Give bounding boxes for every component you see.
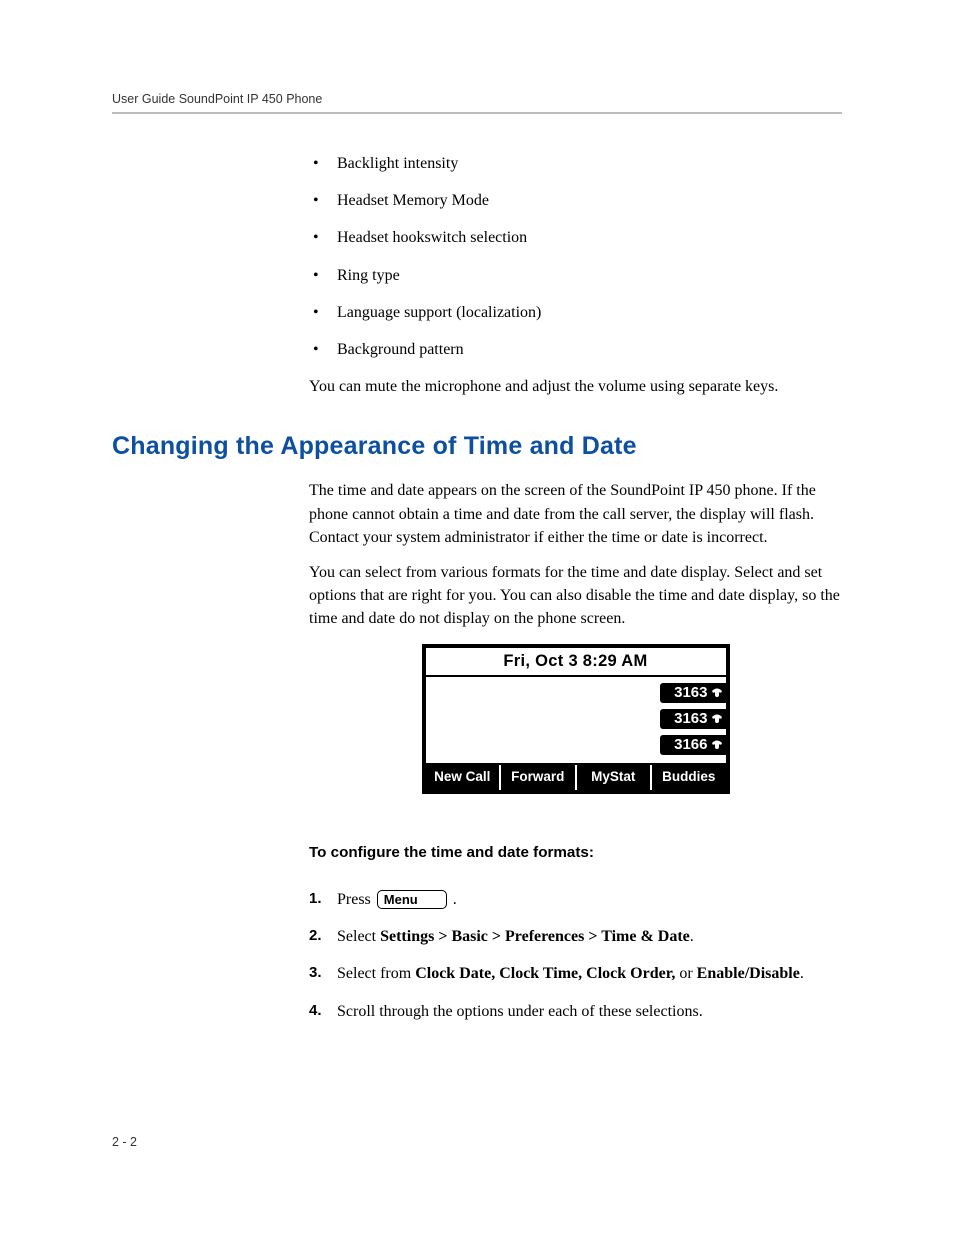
body-column: Backlight intensity Headset Memory Mode …: [309, 152, 842, 398]
phone-line-tab: 3163: [660, 683, 725, 703]
softkey: Forward: [501, 765, 577, 790]
options-list: Enable/Disable: [697, 965, 800, 982]
section-paragraph: The time and date appears on the screen …: [309, 479, 842, 549]
softkey: MyStat: [577, 765, 653, 790]
step-text: .: [800, 965, 804, 982]
step-text: Select: [337, 928, 380, 945]
step: Press Menu .: [309, 888, 842, 911]
list-item: Headset hookswitch selection: [309, 226, 842, 249]
phone-datetime: Fri, Oct 3 8:29 AM: [426, 648, 726, 677]
section-body: The time and date appears on the screen …: [309, 479, 842, 1022]
section-paragraph: You can select from various formats for …: [309, 561, 842, 631]
step-text: .: [453, 891, 457, 908]
page-number: 2 - 2: [112, 1135, 137, 1149]
softkey: New Call: [426, 765, 502, 790]
options-list: Clock Date, Clock Time, Clock Order,: [415, 965, 675, 982]
list-item: Language support (localization): [309, 301, 842, 324]
phone-line-number: 3163: [674, 708, 707, 730]
list-item: Ring type: [309, 264, 842, 287]
phone-line-number: 3166: [674, 734, 707, 756]
settings-bullet-list: Backlight intensity Headset Memory Mode …: [309, 152, 842, 361]
phone-body: 3163 3163 3166: [426, 677, 726, 765]
step: Select from Clock Date, Clock Time, Cloc…: [309, 962, 842, 985]
step-text: or: [675, 965, 696, 982]
list-item: Background pattern: [309, 338, 842, 361]
handset-icon: [711, 688, 723, 698]
phone-line-tab: 3166: [660, 735, 725, 755]
handset-icon: [711, 714, 723, 724]
page: User Guide SoundPoint IP 450 Phone Backl…: [0, 0, 954, 1235]
intro-paragraph: You can mute the microphone and adjust t…: [309, 375, 842, 398]
step-text: .: [690, 928, 694, 945]
section-heading: Changing the Appearance of Time and Date: [112, 432, 842, 461]
phone-screenshot: Fri, Oct 3 8:29 AM 3163 3163: [309, 644, 842, 793]
list-item: Headset Memory Mode: [309, 189, 842, 212]
menu-path: Settings > Basic > Preferences > Time & …: [380, 928, 690, 945]
step: Select Settings > Basic > Preferences > …: [309, 925, 842, 948]
step-text: Select from: [337, 965, 415, 982]
step: Scroll through the options under each of…: [309, 1000, 842, 1023]
procedure-heading: To configure the time and date formats:: [309, 842, 842, 864]
menu-hardkey-icon: Menu: [377, 890, 447, 909]
step-text: Press: [337, 891, 375, 908]
phone-softkey-row: New Call Forward MyStat Buddies: [426, 765, 726, 790]
handset-icon: [711, 740, 723, 750]
running-header: User Guide SoundPoint IP 450 Phone: [112, 92, 842, 114]
phone-line-tab: 3163: [660, 709, 725, 729]
phone-line-number: 3163: [674, 682, 707, 704]
softkey: Buddies: [652, 765, 726, 790]
list-item: Backlight intensity: [309, 152, 842, 175]
phone-screen: Fri, Oct 3 8:29 AM 3163 3163: [422, 644, 730, 793]
procedure-steps: Press Menu . Select Settings > Basic > P…: [309, 888, 842, 1023]
